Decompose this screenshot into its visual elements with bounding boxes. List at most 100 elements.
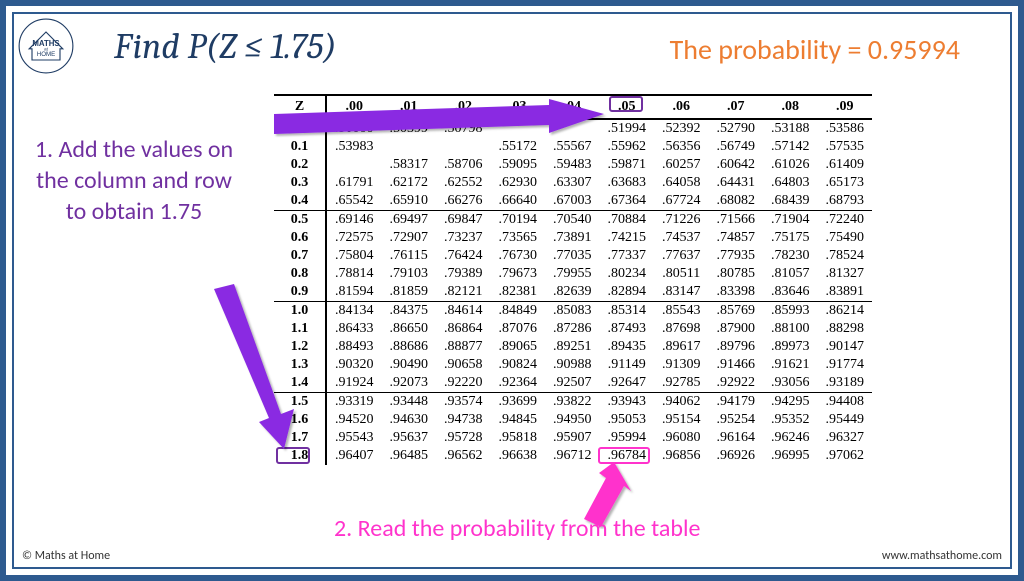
table-cell: .92364 <box>491 374 546 393</box>
table-cell: .92507 <box>545 374 600 393</box>
table-cell: .96995 <box>763 447 818 465</box>
table-row: 1.6.94520.94630.94738.94845.94950.95053.… <box>274 411 872 429</box>
table-cell: .82381 <box>491 283 546 302</box>
table-cell: .68439 <box>763 192 818 211</box>
table-cell: .92922 <box>709 374 764 393</box>
table-cell: 0.2 <box>274 156 326 174</box>
table-cell: .77337 <box>600 247 655 265</box>
table-cell: .68082 <box>709 192 764 211</box>
svg-text:HOME: HOME <box>37 51 55 58</box>
table-cell: 0.6 <box>274 229 326 247</box>
table-cell: .85543 <box>654 302 709 321</box>
table-cell: .86650 <box>382 320 437 338</box>
table-cell: .62172 <box>382 174 437 192</box>
col-header: .08 <box>763 95 818 119</box>
table-cell: .94630 <box>382 411 437 429</box>
table-cell: .52790 <box>709 119 764 138</box>
table-cell: .91466 <box>709 356 764 374</box>
table-cell: .72907 <box>382 229 437 247</box>
table-cell: .96562 <box>436 447 491 465</box>
table-cell: .86864 <box>436 320 491 338</box>
table-cell: .66640 <box>491 192 546 211</box>
table-cell: .77637 <box>654 247 709 265</box>
table-cell: .87698 <box>654 320 709 338</box>
table-cell: .80511 <box>654 265 709 283</box>
table-cell: .94738 <box>436 411 491 429</box>
table-cell: .69847 <box>436 211 491 230</box>
table-cell: .94408 <box>818 393 873 412</box>
table-cell: .93822 <box>545 393 600 412</box>
table-cell: .61026 <box>763 156 818 174</box>
table-cell: .90824 <box>491 356 546 374</box>
table-cell: .82894 <box>600 283 655 302</box>
table-row: 1.2.88493.88686.88877.89065.89251.89435.… <box>274 338 872 356</box>
table-cell: .70884 <box>600 211 655 230</box>
table-cell: .89435 <box>600 338 655 356</box>
table-cell: .78524 <box>818 247 873 265</box>
table-cell: .95543 <box>326 429 382 447</box>
table-cell: .80785 <box>709 265 764 283</box>
table-cell: .94845 <box>491 411 546 429</box>
table-cell: .83398 <box>709 283 764 302</box>
table-cell: .66276 <box>436 192 491 211</box>
table-cell: .92220 <box>436 374 491 393</box>
table-cell: .71904 <box>763 211 818 230</box>
table-cell: .86214 <box>818 302 873 321</box>
table-cell: .81327 <box>818 265 873 283</box>
instruction-step-2: 2. Read the probability from the table <box>334 514 700 543</box>
table-cell: .72575 <box>326 229 382 247</box>
table-cell: .79673 <box>491 265 546 283</box>
table-cell: .79103 <box>382 265 437 283</box>
table-cell: .67724 <box>654 192 709 211</box>
table-cell: 0.4 <box>274 192 326 211</box>
table-cell: .84849 <box>491 302 546 321</box>
z-table: Z.00.01.02.03.04.05.06.07.08.09 0.0.5000… <box>274 94 872 465</box>
table-cell: .65910 <box>382 192 437 211</box>
table-cell: .87900 <box>709 320 764 338</box>
table-cell: .58317 <box>382 156 437 174</box>
table-cell: .89251 <box>545 338 600 356</box>
table-cell: .59095 <box>491 156 546 174</box>
table-cell: .58706 <box>436 156 491 174</box>
table-cell: .57535 <box>818 138 873 156</box>
table-cell: .74215 <box>600 229 655 247</box>
table-row: 0.6.72575.72907.73237.73565.73891.74215.… <box>274 229 872 247</box>
table-cell: .91309 <box>654 356 709 374</box>
table-cell: .63683 <box>600 174 655 192</box>
table-cell: .65542 <box>326 192 382 211</box>
outer-frame: MATHS HOME at Find P(Z ≤ 1.75) The proba… <box>0 0 1024 581</box>
table-cell: .90658 <box>436 356 491 374</box>
table-cell: .79955 <box>545 265 600 283</box>
table-cell: .53188 <box>763 119 818 138</box>
table-cell: .67003 <box>545 192 600 211</box>
table-cell: .96327 <box>818 429 873 447</box>
table-cell: .71566 <box>709 211 764 230</box>
table-row: 1.8.96407.96485.96562.96638.96712.96784.… <box>274 447 872 465</box>
table-cell: .76424 <box>436 247 491 265</box>
table-cell: .90320 <box>326 356 382 374</box>
page-title: Find P(Z ≤ 1.75) <box>114 26 337 67</box>
table-cell: .96485 <box>382 447 437 465</box>
table-cell: .67364 <box>600 192 655 211</box>
table-cell: .70540 <box>545 211 600 230</box>
table-cell: .59871 <box>600 156 655 174</box>
table-cell: .96080 <box>654 429 709 447</box>
table-row: 0.3.61791.62172.62552.62930.63307.63683.… <box>274 174 872 192</box>
table-cell: .59483 <box>545 156 600 174</box>
table-row: 1.4.91924.92073.92220.92364.92507.92647.… <box>274 374 872 393</box>
table-cell: .93319 <box>326 393 382 412</box>
table-cell: .88493 <box>326 338 382 356</box>
table-cell: .85769 <box>709 302 764 321</box>
table-cell: .91774 <box>818 356 873 374</box>
table-cell: .84134 <box>326 302 382 321</box>
table-cell: .78230 <box>763 247 818 265</box>
inner-frame: MATHS HOME at Find P(Z ≤ 1.75) The proba… <box>12 12 1012 569</box>
copyright: © Maths at Home <box>22 549 110 563</box>
table-cell: .96407 <box>326 447 382 465</box>
table-cell: .73891 <box>545 229 600 247</box>
table-row: 0.8.78814.79103.79389.79673.79955.80234.… <box>274 265 872 283</box>
table-row: 0.5.69146.69497.69847.70194.70540.70884.… <box>274 211 872 230</box>
table-cell: .95728 <box>436 429 491 447</box>
table-cell: .71226 <box>654 211 709 230</box>
table-cell: .75175 <box>763 229 818 247</box>
